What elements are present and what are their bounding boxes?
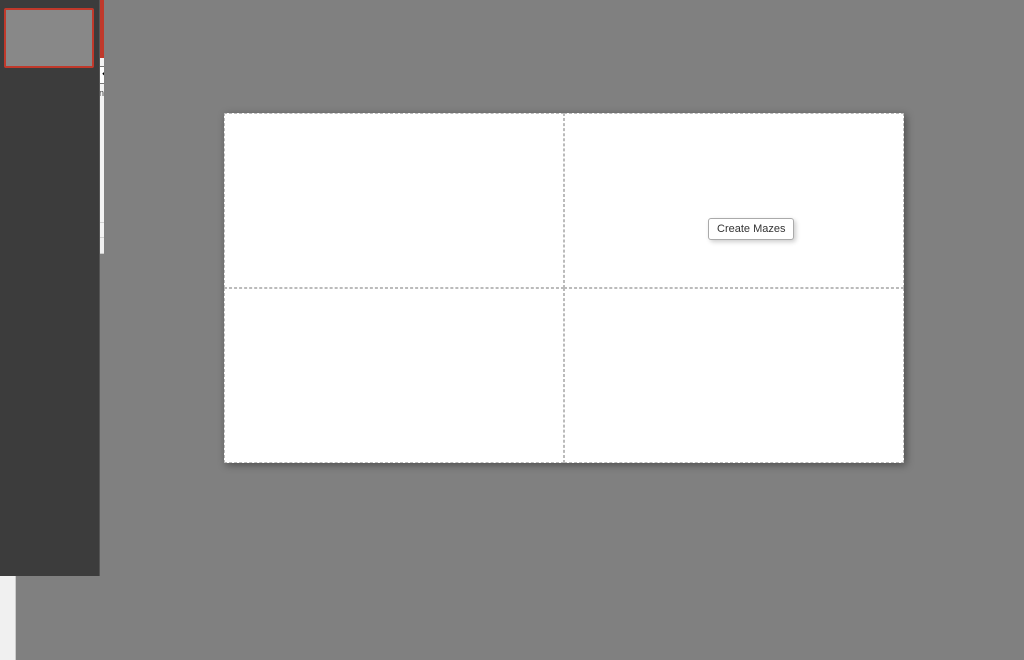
slide-cell-3 (224, 288, 564, 463)
content-area (16, 254, 1024, 660)
canvas-container (16, 238, 1024, 660)
slide-cell-1 (224, 113, 564, 288)
slides-panel (0, 0, 100, 576)
slide-cell-4 (564, 288, 904, 463)
slide-canvas (224, 113, 904, 463)
main-area: -5 -4 -3 -2 -1 0 1 2 3 4 5 (0, 238, 1024, 660)
slide-cell-2 (564, 113, 904, 288)
slide-main[interactable] (104, 0, 1024, 576)
slide-thumbnail-1[interactable] (4, 8, 94, 68)
maze-tooltip: Create Mazes (708, 218, 794, 240)
